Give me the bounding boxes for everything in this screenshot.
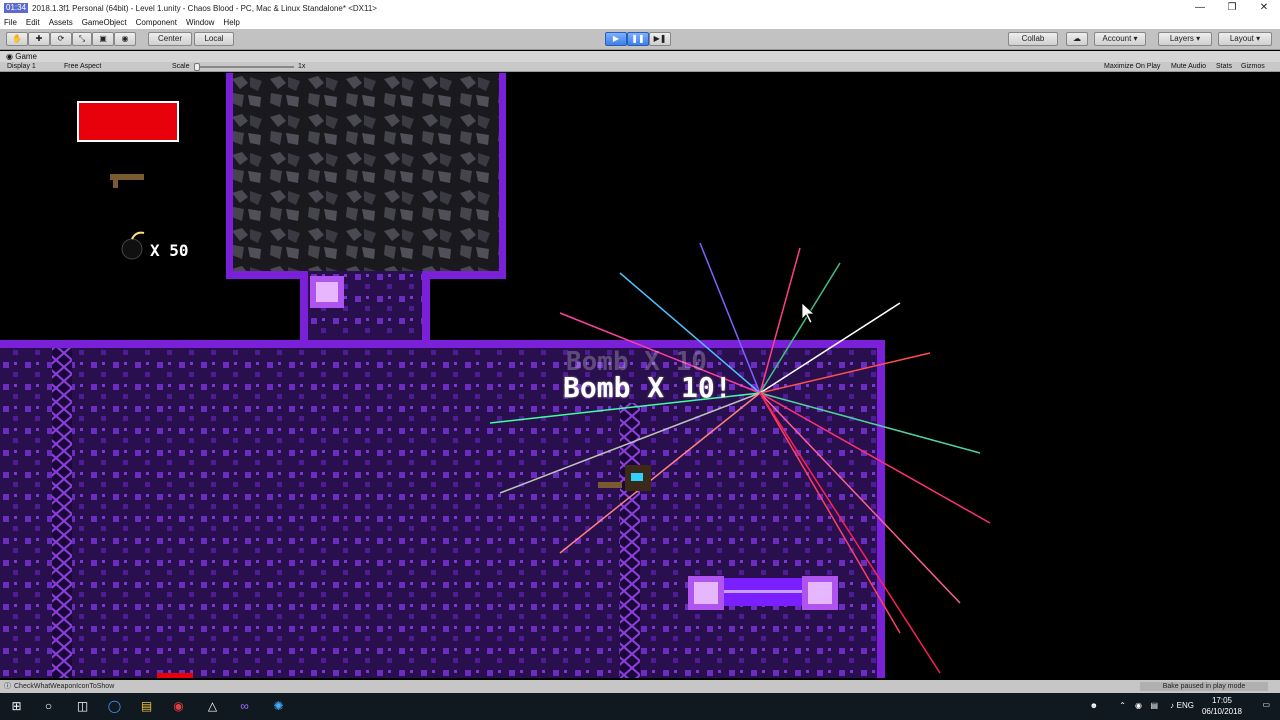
restore-icon[interactable]: ❐: [1216, 0, 1248, 16]
scale-label: Scale: [172, 63, 190, 70]
scale-slider-handle[interactable]: [194, 63, 200, 71]
console-status-bar[interactable]: ⓘ CheckWhatWeaponIconToShow Bake paused …: [0, 680, 1280, 693]
stats-toggle[interactable]: Stats: [1216, 62, 1232, 72]
aspect-dropdown[interactable]: Free Aspect: [64, 62, 101, 72]
stone-wall: [233, 73, 499, 271]
pickup-message: Bomb X 10!: [563, 371, 732, 404]
windows-taskbar: ⊞ ○ ◫ ◯ ▤ ◉ △ ∞ ✺ ☻ ⌃ ◉ ▤ ♪ ENG 17:05 06…: [0, 693, 1280, 720]
game-viewport[interactable]: X 50 Bomb X 10 Bomb X 10!: [0, 73, 1280, 678]
mouse-cursor-icon: [801, 302, 816, 324]
weapon-gun-grip: [113, 180, 118, 188]
pivot-center-label: Center: [157, 34, 182, 43]
weapon-gun-icon: [110, 174, 144, 180]
maximize-on-play-toggle[interactable]: Maximize On Play: [1104, 62, 1160, 72]
menu-component[interactable]: Component: [136, 18, 177, 27]
gizmos-dropdown[interactable]: Gizmos: [1241, 62, 1265, 72]
window-titlebar: 01:34 2018.1.3f1 Personal (64bit) - Leve…: [0, 0, 1280, 16]
minimize-icon[interactable]: —: [1184, 0, 1216, 16]
scale-value: 1x: [298, 63, 306, 70]
rotate-tool-icon[interactable]: ⟳: [50, 32, 72, 46]
health-bar: [79, 103, 177, 140]
rect-tool-icon[interactable]: ▣: [92, 32, 114, 46]
menu-edit[interactable]: Edit: [26, 18, 40, 27]
console-message: CheckWhatWeaponIconToShow: [14, 683, 115, 690]
visual-studio-icon[interactable]: ∞: [236, 698, 253, 715]
bomb-icon: [121, 238, 143, 260]
tray-app-icon[interactable]: ◉: [1135, 701, 1142, 710]
hand-tool-icon[interactable]: ✋: [6, 32, 28, 46]
spike-hazard: [157, 673, 193, 678]
game-tab-icon: ◉: [6, 52, 13, 61]
game-view-toolbar: Display 1 Free Aspect Scale 1x Maximize …: [0, 62, 1280, 72]
pivot-center-button[interactable]: Center: [148, 32, 192, 46]
unity-toolbar: ✋ ✚ ⟳ ⤡ ▣ ◉ Center Local ▶ ❚❚ ▶❚ Collab …: [0, 29, 1280, 50]
display-dropdown[interactable]: Display 1: [7, 62, 36, 72]
game-tab[interactable]: ◉ Game: [0, 51, 1280, 62]
bake-status: Bake paused in play mode: [1140, 682, 1268, 691]
search-icon[interactable]: ○: [40, 698, 57, 715]
menu-file[interactable]: File: [4, 18, 17, 27]
ladder-left: [52, 348, 72, 678]
app-icon[interactable]: ✺: [270, 698, 287, 715]
dungeon-floor: [0, 348, 877, 678]
collab-label: Collab: [1021, 34, 1045, 43]
game-tab-label: Game: [15, 52, 38, 61]
task-view-icon[interactable]: ◫: [74, 698, 91, 715]
clock-time[interactable]: 17:05: [1200, 696, 1244, 705]
menu-help[interactable]: Help: [223, 18, 239, 27]
player-visor: [631, 473, 643, 481]
tray-chevron-icon[interactable]: ⌃: [1119, 701, 1126, 710]
language-indicator[interactable]: ENG: [1177, 701, 1194, 710]
pause-icon[interactable]: ❚❚: [627, 32, 649, 46]
move-tool-icon[interactable]: ✚: [28, 32, 50, 46]
skull-block-right-face: [808, 582, 832, 604]
player-gun: [598, 482, 622, 488]
collab-button[interactable]: Collab: [1008, 32, 1058, 46]
skull-block-left-face: [694, 582, 718, 604]
account-dropdown[interactable]: Account ▾: [1094, 32, 1146, 46]
scale-tool-icon[interactable]: ⤡: [72, 32, 92, 46]
bomb-fuse: [131, 231, 145, 240]
bomb-count-text: X 50: [150, 241, 189, 260]
close-icon[interactable]: ✕: [1248, 0, 1280, 16]
clock-date[interactable]: 06/10/2018: [1200, 707, 1244, 716]
skull-block-face: [316, 282, 338, 302]
network-icon[interactable]: ▤: [1150, 701, 1158, 710]
file-explorer-icon[interactable]: ▤: [138, 698, 155, 715]
layout-label: Layout: [1229, 34, 1254, 43]
ladder-center: [620, 403, 640, 678]
layers-dropdown[interactable]: Layers ▾: [1158, 32, 1212, 46]
pivot-local-label: Local: [204, 34, 224, 43]
notification-icon[interactable]: ▭: [1262, 700, 1270, 709]
account-label: Account: [1102, 34, 1132, 43]
layers-label: Layers: [1169, 34, 1194, 43]
menu-assets[interactable]: Assets: [49, 18, 73, 27]
edge-icon[interactable]: ◯: [106, 698, 123, 715]
cloud-icon[interactable]: ☁: [1066, 32, 1088, 46]
scale-slider-track[interactable]: [196, 66, 294, 68]
play-icon[interactable]: ▶: [605, 32, 627, 46]
layout-dropdown[interactable]: Layout ▾: [1218, 32, 1272, 46]
menu-gameobject[interactable]: GameObject: [82, 18, 127, 27]
transform-tool-icon[interactable]: ◉: [114, 32, 136, 46]
volume-icon[interactable]: ♪: [1170, 701, 1174, 710]
mute-audio-toggle[interactable]: Mute Audio: [1171, 62, 1206, 72]
people-icon[interactable]: ☻: [1090, 701, 1098, 710]
platform-highlight: [724, 590, 802, 593]
unity-icon[interactable]: △: [204, 698, 221, 715]
menu-window[interactable]: Window: [186, 18, 214, 27]
pivot-local-button[interactable]: Local: [194, 32, 234, 46]
chrome-icon[interactable]: ◉: [170, 698, 187, 715]
step-icon[interactable]: ▶❚: [649, 32, 671, 46]
windows-start-icon[interactable]: ⊞: [8, 698, 25, 715]
window-title: 2018.1.3f1 Personal (64bit) - Level 1.un…: [32, 3, 377, 13]
recording-clock: 01:34: [4, 3, 29, 13]
info-icon: ⓘ: [4, 683, 11, 690]
menu-bar: File Edit Assets GameObject Component Wi…: [0, 16, 1280, 29]
